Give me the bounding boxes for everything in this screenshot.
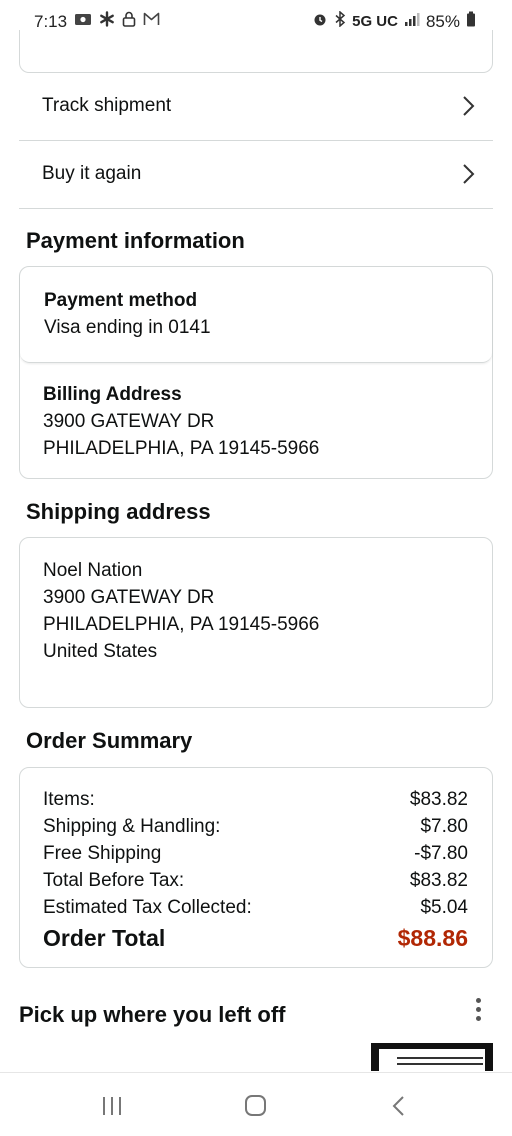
billing-address-section: Billing Address 3900 GATEWAY DR PHILADEL… bbox=[20, 363, 492, 480]
shipping-name: Noel Nation bbox=[43, 560, 143, 581]
payment-card: Payment method Visa ending in 0141 Billi… bbox=[19, 266, 493, 479]
status-time: 7:13 bbox=[34, 11, 68, 31]
shipping-country: United States bbox=[43, 641, 158, 662]
summary-row-value: $7.80 bbox=[420, 816, 468, 837]
product-thumbnail[interactable] bbox=[371, 1043, 493, 1071]
status-left: 7:13 bbox=[34, 11, 160, 32]
lock-notification-icon bbox=[122, 11, 136, 32]
thumbnail-image bbox=[379, 1049, 485, 1071]
summary-row-label: Total Before Tax: bbox=[43, 870, 185, 891]
buy-it-again-label: Buy it again bbox=[42, 163, 142, 184]
summary-row-label: Shipping & Handling: bbox=[43, 816, 221, 837]
order-total-label: Order Total bbox=[43, 925, 166, 951]
order-total-value: $88.86 bbox=[397, 925, 468, 951]
summary-row-label: Free Shipping bbox=[43, 843, 162, 864]
shipping-address-card: Noel Nation 3900 GATEWAY DR PHILADELPHIA… bbox=[19, 537, 493, 708]
summary-row: Items: $83.82 bbox=[43, 786, 468, 813]
chevron-right-icon bbox=[463, 164, 475, 184]
billing-address-heading: Billing Address bbox=[43, 384, 182, 405]
billing-address-line1: 3900 GATEWAY DR bbox=[43, 411, 215, 432]
order-summary-card: Items: $83.82 Shipping & Handling: $7.80… bbox=[19, 767, 493, 968]
summary-row-value: -$7.80 bbox=[414, 843, 468, 864]
recent-apps-icon[interactable] bbox=[103, 1097, 123, 1115]
summary-row: Estimated Tax Collected: $5.04 bbox=[43, 894, 468, 921]
photo-notification-icon bbox=[74, 12, 92, 32]
payment-method-section[interactable]: Payment method Visa ending in 0141 bbox=[20, 267, 492, 363]
back-icon[interactable] bbox=[390, 1095, 408, 1117]
shipping-address-heading: Shipping address bbox=[26, 499, 211, 524]
summary-row-label: Estimated Tax Collected: bbox=[43, 897, 252, 918]
shipping-address-line1: 3900 GATEWAY DR bbox=[43, 587, 215, 608]
summary-row-value: $83.82 bbox=[409, 870, 468, 891]
payment-information-heading: Payment information bbox=[26, 228, 245, 253]
summary-row: Free Shipping -$7.80 bbox=[43, 840, 468, 867]
track-shipment-label: Track shipment bbox=[42, 95, 172, 116]
previous-card bbox=[19, 30, 493, 73]
navigation-bar bbox=[0, 1072, 512, 1136]
status-right: 5G UC 85% bbox=[312, 10, 476, 32]
pick-up-heading: Pick up where you left off bbox=[19, 1002, 286, 1027]
summary-row-value: $5.04 bbox=[420, 897, 468, 918]
order-summary-heading: Order Summary bbox=[26, 728, 193, 753]
summary-row-value: $83.82 bbox=[409, 789, 468, 810]
home-icon[interactable] bbox=[245, 1095, 266, 1116]
order-total-row: Order Total $88.86 bbox=[43, 923, 468, 953]
alarm-icon bbox=[312, 11, 328, 32]
asterisk-notification-icon bbox=[99, 11, 115, 32]
chevron-right-icon bbox=[463, 96, 475, 116]
summary-row: Total Before Tax: $83.82 bbox=[43, 867, 468, 894]
summary-row: Shipping & Handling: $7.80 bbox=[43, 813, 468, 840]
buy-it-again-row[interactable]: Buy it again bbox=[19, 141, 493, 209]
payment-method-heading: Payment method bbox=[44, 290, 198, 311]
billing-address-line2: PHILADELPHIA, PA 19145-5966 bbox=[43, 438, 320, 459]
track-shipment-row[interactable]: Track shipment bbox=[19, 73, 493, 141]
bluetooth-icon bbox=[334, 10, 346, 32]
shipping-address-line2: PHILADELPHIA, PA 19145-5966 bbox=[43, 614, 320, 635]
gmail-notification-icon bbox=[143, 12, 160, 31]
payment-method-value: Visa ending in 0141 bbox=[44, 317, 211, 338]
battery-icon bbox=[466, 11, 476, 32]
kebab-menu-icon[interactable] bbox=[474, 998, 482, 1026]
summary-row-label: Items: bbox=[43, 789, 95, 810]
battery-percent: 85% bbox=[425, 11, 460, 31]
signal-icon bbox=[404, 12, 420, 31]
network-label: 5G UC bbox=[352, 13, 398, 30]
